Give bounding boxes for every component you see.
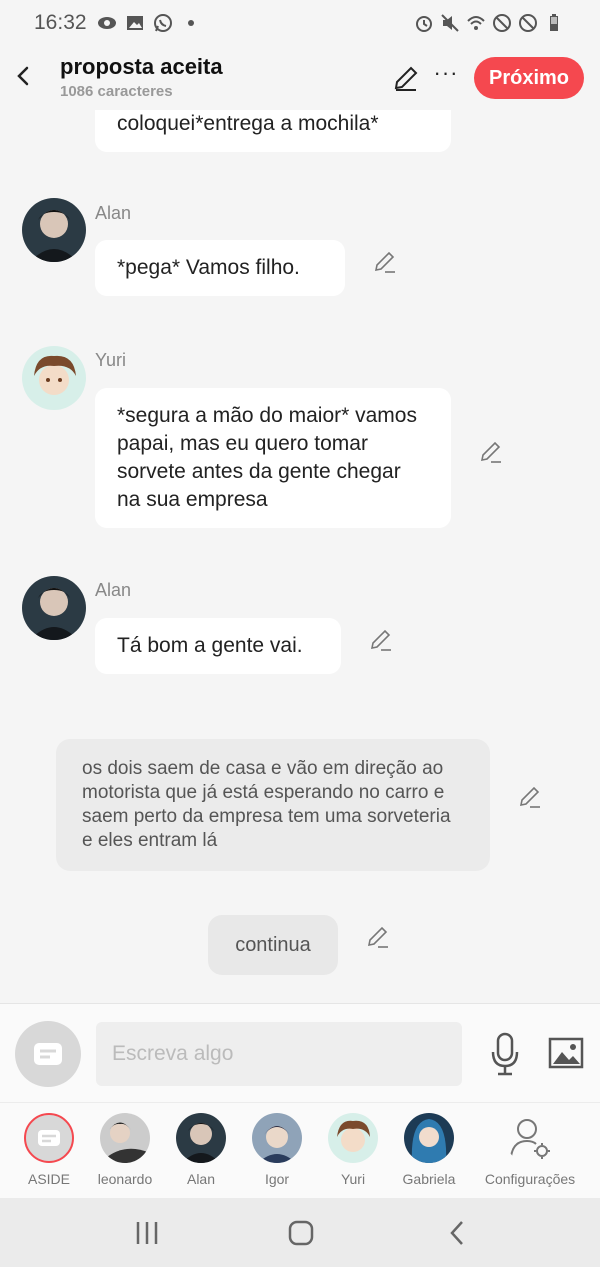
character-label: Yuri <box>340 1171 366 1187</box>
avatar <box>100 1113 150 1163</box>
character-yuri[interactable]: Yuri <box>313 1113 393 1187</box>
avatar <box>176 1113 226 1163</box>
character-label: Configurações <box>484 1171 576 1187</box>
character-label: Alan <box>186 1171 216 1187</box>
gallery-icon <box>126 16 143 30</box>
avatar <box>404 1113 454 1163</box>
edit-message-icon[interactable] <box>373 250 397 274</box>
message-input[interactable] <box>96 1022 462 1086</box>
avatar <box>252 1113 302 1163</box>
input-bar <box>0 1003 600 1102</box>
chat-header: proposta aceita 1086 caracteres ··· Próx… <box>0 46 600 110</box>
character-settings[interactable]: Configurações <box>480 1113 580 1187</box>
narration-icon <box>34 1043 62 1065</box>
image-icon[interactable] <box>548 1036 584 1070</box>
sender-name: Alan <box>95 203 132 223</box>
page-title: proposta aceita <box>60 54 223 79</box>
avatar <box>328 1113 378 1163</box>
dot-icon <box>187 20 194 26</box>
sender-name: Yuri <box>95 350 127 370</box>
message-bubble: *pega* Vamos filho. <box>95 240 345 296</box>
edit-message-icon[interactable] <box>479 440 503 464</box>
message-bubble: coloquei*entrega a mochila* <box>95 110 451 152</box>
narration-bubble: os dois saem de casa e vão em direção ao… <box>56 739 490 871</box>
recent-apps-icon[interactable] <box>132 1218 162 1248</box>
avatar[interactable] <box>22 198 86 262</box>
avatar[interactable] <box>22 576 86 640</box>
message-text: coloquei*entrega a mochila* <box>117 112 379 135</box>
battery-icon <box>550 14 558 31</box>
character-leonardo[interactable]: leonardo <box>85 1113 165 1187</box>
chat-area[interactable]: coloquei*entrega a mochila* Alan *pega* … <box>0 110 600 1003</box>
character-count: 1086 caracteres <box>60 83 173 100</box>
title-block: proposta aceita 1086 caracteres <box>60 54 223 100</box>
sender-name: Alan <box>95 580 132 600</box>
user-settings-icon <box>510 1119 550 1159</box>
edit-message-icon[interactable] <box>518 785 542 809</box>
aside-toggle-button[interactable] <box>15 1021 81 1087</box>
back-icon[interactable] <box>12 62 34 90</box>
character-label: Igor <box>264 1171 290 1187</box>
character-label: Gabriela <box>402 1171 456 1187</box>
next-button[interactable]: Próximo <box>474 57 584 99</box>
more-options-button[interactable]: ··· <box>432 60 460 88</box>
message-text: *pega* Vamos filho. <box>117 256 300 279</box>
continue-chip[interactable]: continua <box>208 915 338 975</box>
message-bubble: Tá bom a gente vai. <box>95 618 341 674</box>
blocked-icon <box>519 14 537 32</box>
message-text: *segura a mão do maior* vamos papai, mas… <box>117 404 417 511</box>
character-label: ASIDE <box>27 1171 70 1187</box>
system-nav-bar <box>0 1198 600 1267</box>
alarm-icon <box>416 16 432 32</box>
whatsapp-icon <box>153 14 172 32</box>
eye-icon <box>97 17 116 29</box>
character-gabriela[interactable]: Gabriela <box>389 1113 469 1187</box>
aside-avatar <box>24 1113 74 1163</box>
narration-text: os dois saem de casa e vão em direção ao… <box>82 758 451 851</box>
blocked-icon <box>493 14 511 32</box>
edit-message-icon[interactable] <box>366 925 390 949</box>
message-bubble: *segura a mão do maior* vamos papai, mas… <box>95 388 451 528</box>
edit-title-icon[interactable] <box>392 64 420 92</box>
chip-text: continua <box>235 933 311 956</box>
wifi-icon <box>467 16 485 30</box>
status-bar: 16:32 <box>0 0 600 46</box>
edit-message-icon[interactable] <box>369 628 393 652</box>
microphone-icon[interactable] <box>490 1032 520 1076</box>
character-igor[interactable]: Igor <box>237 1113 317 1187</box>
character-label: leonardo <box>97 1171 153 1187</box>
avatar[interactable] <box>22 346 86 410</box>
home-icon[interactable] <box>286 1218 316 1248</box>
mute-icon <box>441 14 459 32</box>
character-bar: ASIDE leonardo Alan Igor Yuri Gabriela C… <box>0 1102 600 1198</box>
back-nav-icon[interactable] <box>443 1218 473 1248</box>
character-alan[interactable]: Alan <box>161 1113 241 1187</box>
message-text: Tá bom a gente vai. <box>117 634 303 657</box>
character-aside[interactable]: ASIDE <box>9 1113 89 1187</box>
status-time: 16:32 <box>34 11 87 34</box>
